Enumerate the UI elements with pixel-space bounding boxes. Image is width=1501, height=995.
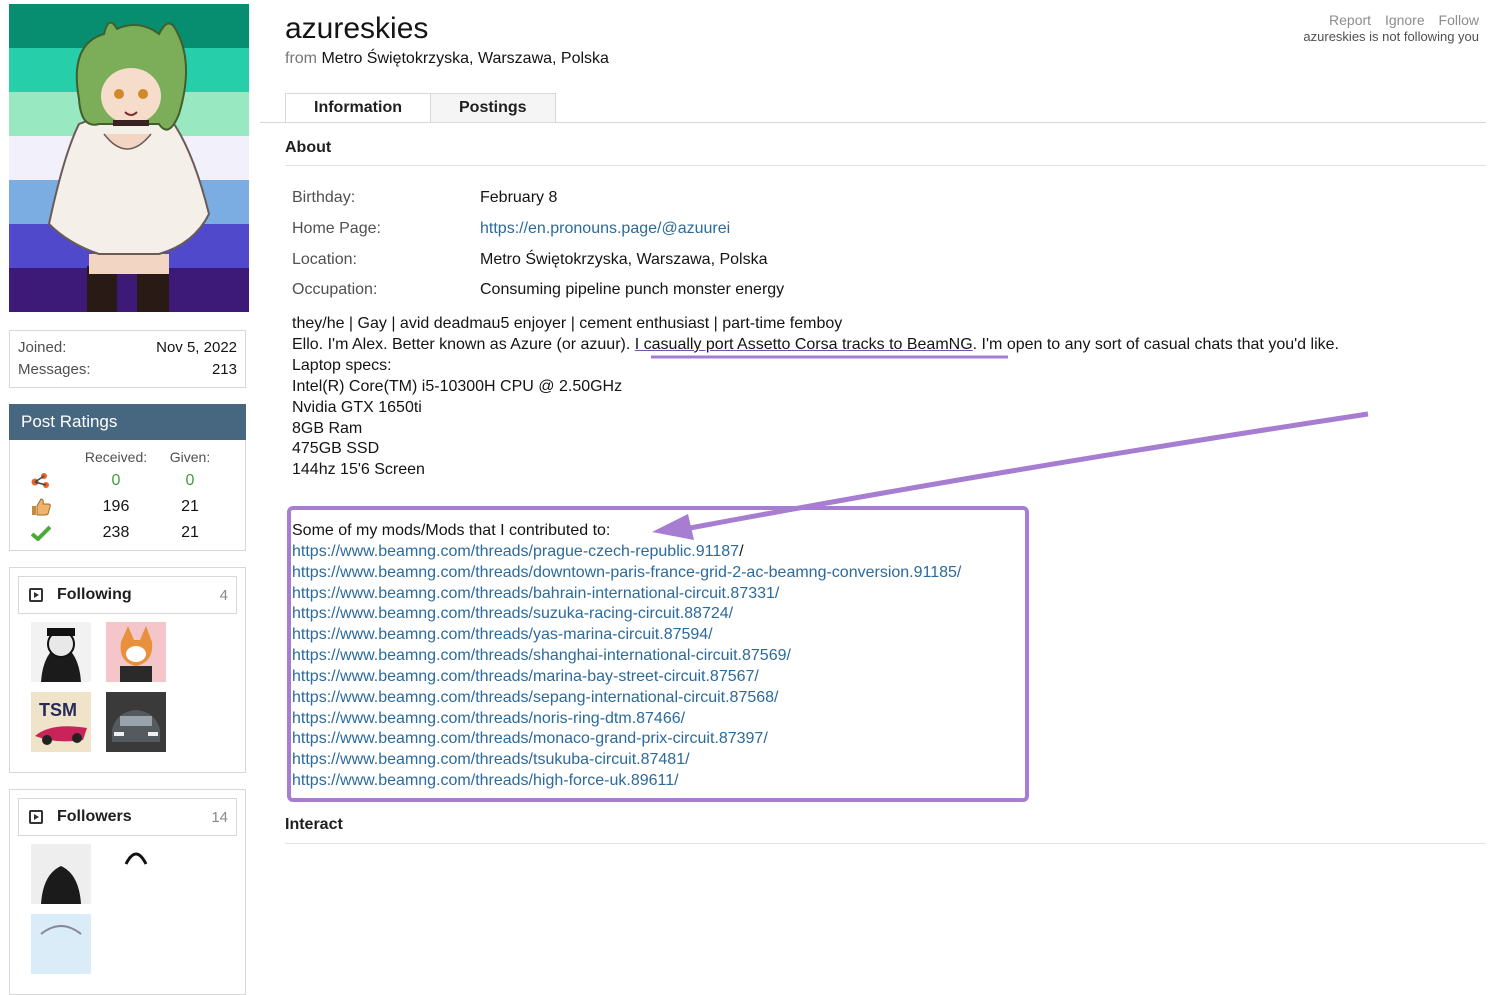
arrow-annotation	[652, 411, 1369, 540]
annotation-overlay	[651, 355, 1369, 540]
follower-avatar[interactable]	[31, 844, 91, 904]
follower-avatar[interactable]	[106, 844, 166, 904]
follower-avatar[interactable]	[31, 914, 91, 974]
